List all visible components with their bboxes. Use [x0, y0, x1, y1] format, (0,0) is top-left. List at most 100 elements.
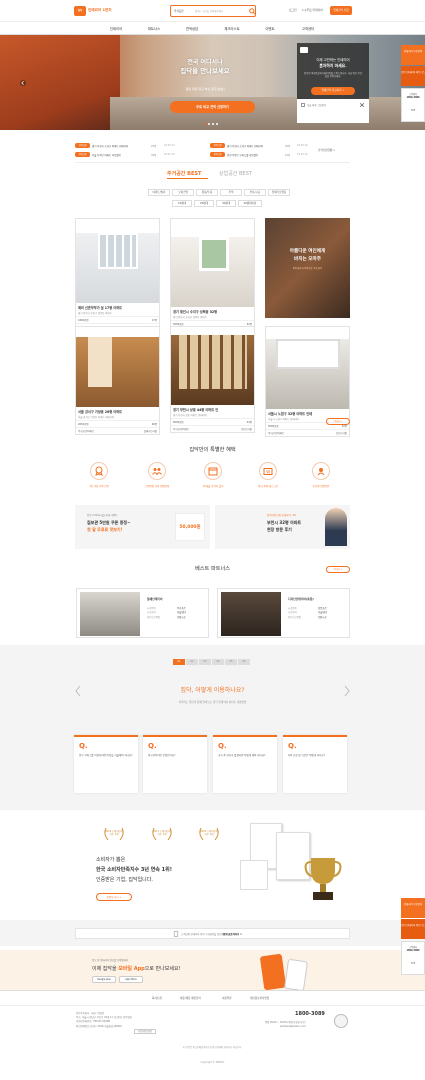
best-more-button[interactable]: 더보기 + [326, 418, 350, 425]
nav-item-quote[interactable]: 견적상담 [172, 26, 212, 31]
ticker-more-link[interactable]: 견적신청현황 > [318, 148, 335, 152]
footer-hours: 평일 09:00 ~ 18:00 (주말/공휴일 휴무) [265, 1021, 306, 1024]
ticker-text[interactable]: 서울 동작구 아파트 리모델링 [92, 153, 121, 157]
filter-chip[interactable]: 원룸/투룸 [196, 189, 218, 196]
side-partners-tab[interactable]: 집닥 인테리어 파트너스 [401, 919, 425, 939]
divider [75, 162, 350, 163]
side-top-button[interactable]: TOP [402, 962, 424, 965]
side-partners-tab[interactable]: 집닥 인테리어 파트너스 [401, 66, 425, 86]
users-icon [152, 468, 162, 476]
ticker-text[interactable]: 인천 부평구 오피스텔 리모델링 [227, 153, 258, 157]
login-link[interactable]: 로그인 [289, 8, 297, 12]
partner-card[interactable]: 디자인인테리어(통합) 시공분야 시공지역 파트너스평점 상업공간 서울/경기 종합시공 [217, 588, 350, 638]
promo-big-2: 현장 방문 후기 [267, 527, 292, 532]
card-style: 클래식스타일 [143, 430, 157, 433]
portfolio-card[interactable]: 서울 강서구 가양동 26평 아파트 서울 강서구 가양동 아파트 인테리어 2… [75, 326, 160, 435]
partners-pager: 01 02 03 04 05 06 [173, 659, 250, 665]
logo-text[interactable]: 인테리어 1번지 [88, 8, 112, 13]
hero-cta-button[interactable]: 무료 비교 견적 신청하기 [170, 101, 255, 113]
filter-chip[interactable]: 40평대이상 [238, 200, 262, 207]
tab-commercial-best[interactable]: 상업공간 BEST [219, 170, 252, 177]
faq-card[interactable]: Q. A/S 신청 및 기간은 어떻게 되나요? [283, 735, 347, 793]
card-style: 모던스타일 [336, 432, 347, 435]
side-top-button[interactable]: TOP [402, 109, 424, 112]
google-play-button[interactable]: Google play [92, 976, 116, 983]
card-meta: 1800만원 17평 [76, 316, 159, 323]
cta-button[interactable]: 업체견적 신청 [330, 6, 352, 15]
footer-link[interactable]: 개인정보처리방침 [250, 996, 269, 1000]
benefit-label: 고객평점 기반 업체선정 [144, 485, 170, 488]
filter-chip[interactable]: 전체리모델링 [268, 189, 290, 196]
close-icon[interactable] [359, 102, 365, 108]
hero-dot[interactable] [212, 123, 214, 125]
benefits-title: 집닥만의 특별한 혜택 [189, 447, 236, 453]
pager-item[interactable]: 03 [199, 659, 211, 665]
portfolio-card[interactable]: 경기 부천시 상동 44평 아파트 인 경기 부천시 상동 아파트 인테리어 6… [170, 326, 255, 433]
pager-item[interactable]: 05 [225, 659, 237, 665]
portfolio-card[interactable]: 예비 신혼부부가 살 17평 아파트 경기 안양시 동안구 관양동 아파트 18… [75, 218, 160, 331]
nav-item-partners[interactable]: 파트너스 [134, 26, 174, 31]
card-size: 17평 [151, 319, 157, 322]
footer-link[interactable]: 이용약관 [222, 996, 232, 1000]
copyright: Copyright © ZIPDOC [200, 1061, 225, 1064]
hero-dot[interactable] [208, 123, 210, 125]
popup-close-today[interactable]: 오늘 하루 그만보기 [307, 103, 326, 107]
popup-button[interactable]: 업체견적 비교하기 > [311, 87, 355, 95]
logo-badge[interactable]: 집닥 [74, 6, 86, 16]
side-free-quote-tab[interactable]: 인테리어 무료견적 [401, 898, 425, 918]
tab-residential-best[interactable]: 주거공간 BEST [167, 170, 201, 177]
portfolio-card[interactable]: 경기 용인시 수지구 성복동 52평 경기 용인시 수지구 성복동 아파트 56… [170, 218, 255, 335]
pager-item[interactable]: 01 [173, 659, 185, 665]
filter-chip[interactable]: 부분/시공 [244, 189, 266, 196]
faq-card[interactable]: Q. 비교견적이란 무엇인가요? [143, 735, 207, 793]
footer-link[interactable]: 회사소개 [152, 996, 162, 1000]
nav-item-interior[interactable]: 인테리어 [96, 26, 136, 31]
promo-banner-coupon[interactable]: 집닥 X Olive 웹드라마 이벤트 집보관 5만원 쿠폰 증정~ 첫 달 무… [75, 505, 210, 549]
popup-checkbox[interactable] [301, 103, 305, 107]
awards-line-2: 한국 소비자만족지수 3년 연속 1위! [96, 867, 173, 873]
card-style: 모던스타일 [241, 428, 252, 431]
awards-line-3: 인증받은 기업, 집닥입니다. [96, 877, 153, 883]
hero-dot[interactable] [216, 123, 218, 125]
business-info-button[interactable]: 사업자정보확인 [134, 1029, 156, 1034]
pager-item[interactable]: 02 [186, 659, 198, 665]
pager-item[interactable]: 06 [238, 659, 250, 665]
ticker-text[interactable]: 경기 부천시 소사구 아파트 인테리어 [92, 144, 128, 148]
footer-link[interactable]: 제휴/제휴 제안문의 [180, 996, 201, 1000]
pager-item[interactable]: 04 [212, 659, 224, 665]
search-icon[interactable] [249, 8, 256, 15]
partner-photo [221, 592, 281, 636]
chevron-left-icon[interactable] [74, 685, 82, 697]
ticker-text[interactable]: 경기 부천시 소사구 아파트 인테리어 [227, 144, 263, 148]
promo-banner-review[interactable]: 집닥마켓 한정 인테리어 · 00 부천시 32평 아파트 현장 방문 후기 [215, 505, 350, 549]
faq-card[interactable]: Q. 공사 중 하자가 발생하면 어떻게 해야 하나요? [213, 735, 277, 793]
side-call-box: 고객센터 1600-3089 TOP [401, 941, 425, 975]
filter-chip[interactable]: 10평대 [172, 200, 192, 207]
phone-mockup [284, 958, 308, 992]
hero-title-1: 전국 어디서나 [187, 59, 223, 66]
filter-chip[interactable]: 30평대 [216, 200, 236, 207]
nav-item-support[interactable]: 고객센터 [288, 26, 328, 31]
chevron-right-icon[interactable] [343, 685, 351, 697]
benefit-label: 집닥맨 현장방문 [312, 485, 330, 488]
hero-prev-arrow[interactable] [20, 80, 26, 86]
filter-chip[interactable]: 주택 [220, 189, 242, 196]
faq-card[interactable]: Q. 집닥 서비스를 이용하려면 비용을 지불해야 하나요? [74, 735, 138, 793]
notice-link[interactable]: 집닥 표준계약서 > [223, 932, 242, 936]
search-input[interactable]: 원하는 공간을 검색해주세요 [195, 9, 223, 13]
certificate-button[interactable]: 인증서 보기 + [96, 893, 132, 901]
side-free-quote-tab[interactable]: 인테리어 무료견적 [401, 45, 425, 65]
hero-dot[interactable] [204, 123, 206, 125]
search-select[interactable]: 주거공간 [174, 9, 184, 13]
nav-item-checklist[interactable]: 체크리스트 [212, 26, 252, 31]
filter-chip[interactable]: 아파트/빌라 [148, 189, 170, 196]
partner-card[interactable]: 월세인테리어 시공분야 시공지역 파트너스평점 주거공간 서울/경기 종합시공 [76, 588, 209, 638]
hero-title-2: 집닥을 만나보세요 [180, 67, 230, 75]
filter-chip[interactable]: 오피스텔 [172, 189, 194, 196]
popup-logo [300, 47, 308, 53]
feature-card[interactable]: 아름다운 여인에게 바치는 오마주 #인테리어 #아파트 #오마주 [265, 218, 350, 318]
filter-chip[interactable]: 20평대 [194, 200, 214, 207]
partners-more-button[interactable]: 더보기 + [326, 566, 350, 573]
app-store-button[interactable]: App Store [119, 976, 143, 983]
nav-item-event[interactable]: 이벤트 [250, 26, 290, 31]
